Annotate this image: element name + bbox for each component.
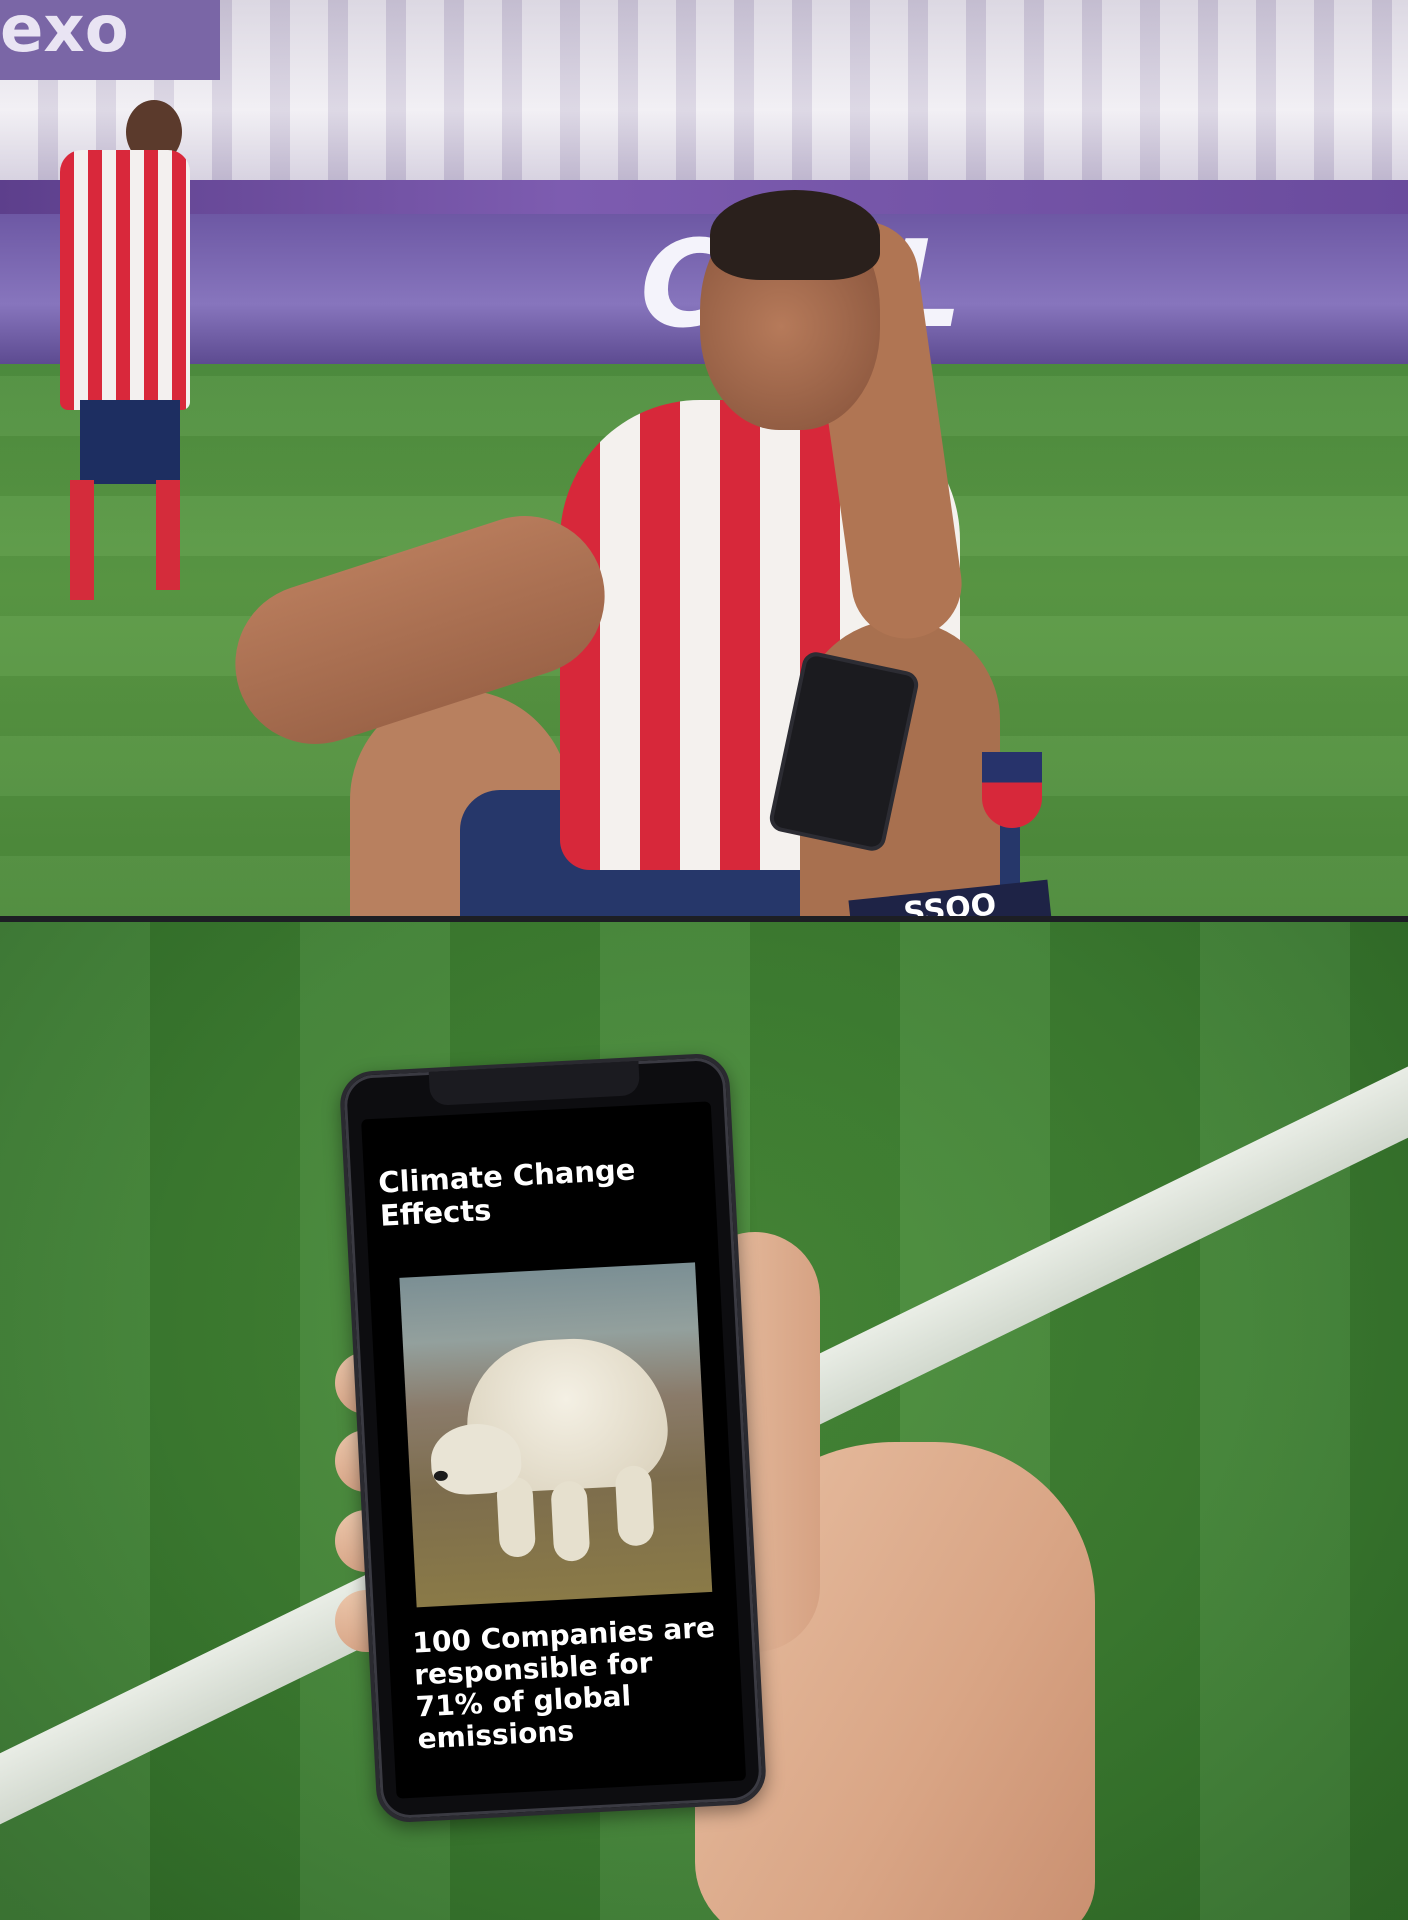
club-badge [982,752,1042,828]
background-player-leg [70,480,94,600]
polar-bear-leg [550,1480,591,1563]
phone-notch [428,1061,641,1106]
background-player-shirt [60,150,190,410]
crying-player: SSOO [214,190,1052,916]
phone-screen: Climate Change Effects 100 Companies are… [361,1101,747,1799]
stadium-sign: exo [0,0,220,80]
screen-headline: Climate Change Effects [377,1152,637,1233]
polar-bear-leg [614,1464,655,1547]
top-photo-panel: exo CEL SSOO [0,0,1408,916]
background-player [60,100,200,600]
bottom-photo-panel: Climate Change Effects 100 Companies are… [0,922,1408,1920]
player-hair [710,190,880,280]
polar-bear-photo [399,1262,713,1608]
smartphone: Climate Change Effects 100 Companies are… [338,1052,768,1824]
background-player-shorts [80,400,180,484]
screen-caption: 100 Companies are responsible for 71% of… [411,1610,716,1756]
background-player-leg [156,480,180,590]
